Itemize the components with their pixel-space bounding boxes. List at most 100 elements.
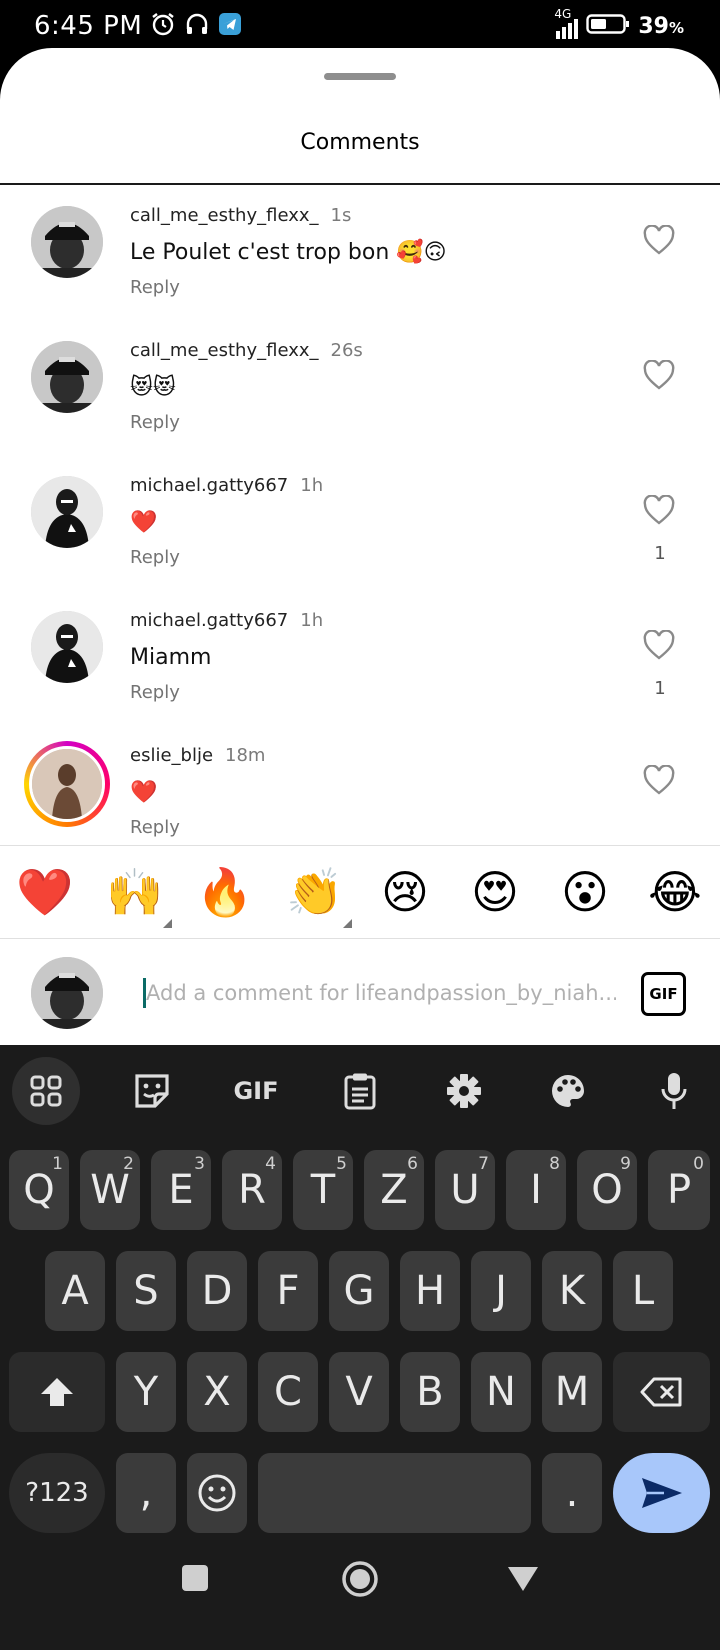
avatar[interactable] (31, 206, 103, 278)
variant-indicator (163, 918, 172, 928)
emoji-key[interactable] (187, 1453, 247, 1533)
comment-composer: GIF (0, 940, 720, 1045)
key-w[interactable]: W2 (80, 1150, 140, 1230)
comment-time: 1h (300, 610, 324, 631)
comment-time: 18m (225, 745, 266, 766)
like-count: 1 (654, 678, 666, 699)
backspace-key[interactable] (613, 1352, 710, 1432)
apps-grid-icon[interactable] (12, 1057, 80, 1125)
emoji-raised-hands[interactable]: 🙌 (104, 865, 172, 928)
telegram-icon (218, 12, 242, 41)
key-i[interactable]: I8 (506, 1150, 566, 1230)
key-s[interactable]: S (116, 1251, 176, 1331)
reply-button[interactable]: Reply (130, 412, 180, 433)
space-key[interactable] (258, 1453, 531, 1533)
gif-button[interactable]: GIF (641, 972, 686, 1016)
key-f[interactable]: F (258, 1251, 318, 1331)
send-key[interactable] (613, 1453, 710, 1533)
key-d[interactable]: D (187, 1251, 247, 1331)
like-heart-icon[interactable] (643, 359, 677, 392)
key-p[interactable]: P0 (648, 1150, 710, 1230)
like-heart-icon[interactable] (643, 764, 677, 797)
screen: 6:45 PM 4G 39% Comments call_me_esthy_fl… (0, 0, 720, 1650)
key-u[interactable]: U7 (435, 1150, 495, 1230)
comments-sheet: Comments call_me_esthy_flexx_ 1s Le Poule… (0, 48, 720, 1045)
key-e[interactable]: E3 (151, 1150, 211, 1230)
gif-keyboard-button[interactable]: GIF (222, 1057, 290, 1125)
reply-button[interactable]: Reply (130, 547, 180, 568)
emoji-fire[interactable]: 🔥 (194, 865, 256, 920)
period-key[interactable]: . (542, 1453, 602, 1533)
reply-button[interactable]: Reply (130, 277, 180, 298)
comment-username[interactable]: michael.gatty667 1h (130, 610, 323, 631)
backspace-icon (640, 1377, 681, 1407)
emoji-heart-eyes[interactable]: 😍 (464, 865, 526, 919)
reply-button[interactable]: Reply (130, 682, 180, 703)
emoji-clap[interactable]: 👏 (284, 865, 352, 928)
shift-key[interactable] (9, 1352, 105, 1432)
key-g[interactable]: G (329, 1251, 389, 1331)
key-o[interactable]: O9 (577, 1150, 637, 1230)
recent-apps-icon[interactable] (182, 1565, 208, 1591)
comment-text: Le Poulet c'est trop bon 🥰🙃 (130, 240, 447, 265)
comment-text: 😻😻 (130, 375, 176, 400)
shift-arrow-icon (41, 1378, 73, 1406)
comment-username[interactable]: eslie_blje 18m (130, 745, 265, 766)
like-heart-icon[interactable] (643, 494, 677, 527)
comment-username[interactable]: call_me_esthy_flexx_ 1s (130, 205, 351, 226)
signal-icon: 4G (554, 7, 579, 39)
key-j[interactable]: J (471, 1251, 531, 1331)
theme-palette-icon[interactable] (534, 1057, 602, 1125)
status-time: 6:45 PM (34, 11, 143, 41)
microphone-icon[interactable] (640, 1057, 708, 1125)
key-c[interactable]: C (258, 1352, 318, 1432)
sticker-icon[interactable] (118, 1057, 186, 1125)
like-heart-icon[interactable] (643, 629, 677, 662)
comma-key[interactable]: , (116, 1453, 176, 1533)
navigation-bar (0, 1557, 720, 1650)
avatar (31, 957, 103, 1029)
avatar[interactable] (31, 341, 103, 413)
avatar[interactable] (31, 611, 103, 683)
home-icon[interactable] (341, 1560, 379, 1603)
avatar-story-ring[interactable] (24, 741, 110, 827)
comment-item: michael.gatty667 1h Miamm Reply 1 (0, 590, 720, 732)
key-t[interactable]: T5 (293, 1150, 353, 1230)
key-q[interactable]: Q1 (9, 1150, 69, 1230)
key-b[interactable]: B (400, 1352, 460, 1432)
reply-button[interactable]: Reply (130, 817, 180, 838)
emoji-heart[interactable]: ❤️ (14, 865, 76, 920)
key-a[interactable]: A (45, 1251, 105, 1331)
key-v[interactable]: V (329, 1352, 389, 1432)
avatar (29, 746, 105, 822)
key-l[interactable]: L (613, 1251, 673, 1331)
key-k[interactable]: K (542, 1251, 602, 1331)
key-y[interactable]: Y (116, 1352, 176, 1432)
like-heart-icon[interactable] (643, 224, 677, 257)
comment-username[interactable]: call_me_esthy_flexx_ 26s (130, 340, 363, 361)
clipboard-icon[interactable] (326, 1057, 394, 1125)
key-n[interactable]: N (471, 1352, 531, 1432)
symbols-key[interactable]: ?123 (9, 1453, 105, 1533)
emoji-crying[interactable]: 😢 (374, 865, 436, 919)
key-h[interactable]: H (400, 1251, 460, 1331)
comment-text: ❤️ (130, 780, 158, 805)
avatar[interactable] (31, 476, 103, 548)
headphones-icon (184, 11, 210, 42)
key-z[interactable]: Z6 (364, 1150, 424, 1230)
key-x[interactable]: X (187, 1352, 247, 1432)
key-m[interactable]: M (542, 1352, 602, 1432)
emoji-laughing[interactable]: 😂 (644, 865, 706, 919)
settings-gear-icon[interactable] (430, 1057, 498, 1125)
comment-username[interactable]: michael.gatty667 1h (130, 475, 323, 496)
sheet-title: Comments (300, 130, 420, 155)
status-bar: 6:45 PM 4G 39% (0, 0, 720, 52)
key-r[interactable]: R4 (222, 1150, 282, 1230)
back-icon[interactable] (506, 1565, 540, 1598)
emoji-surprised[interactable]: 😮 (554, 865, 616, 919)
drag-handle[interactable] (324, 73, 396, 80)
variant-indicator (343, 918, 352, 928)
comments-list[interactable]: call_me_esthy_flexx_ 1s Le Poulet c'est t… (0, 185, 720, 842)
comment-input[interactable] (146, 970, 616, 1016)
battery-icon (586, 13, 630, 39)
